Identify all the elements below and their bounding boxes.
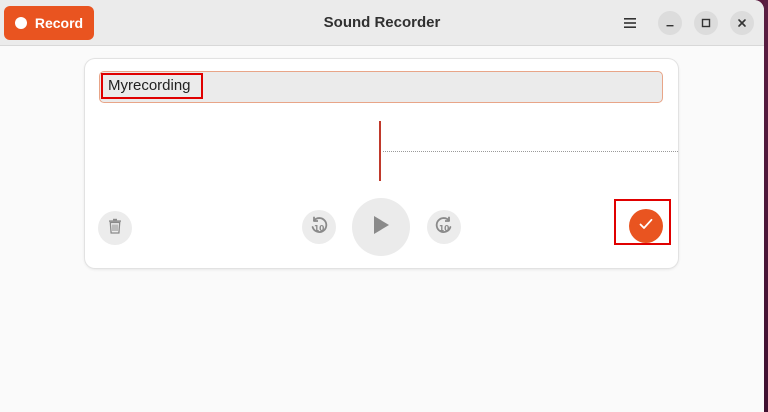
delete-button[interactable] — [98, 211, 132, 245]
play-button[interactable] — [352, 198, 410, 256]
play-icon — [372, 215, 390, 240]
rewind-10-button[interactable]: 10 — [302, 210, 336, 244]
hamburger-menu-icon[interactable] — [618, 11, 642, 35]
forward-10-button[interactable]: 10 — [427, 210, 461, 244]
forward-10-icon: 10 — [434, 215, 454, 240]
rewind-10-icon: 10 — [309, 215, 329, 240]
recording-name-field[interactable]: Myrecording — [99, 71, 663, 103]
recording-name-value[interactable]: Myrecording — [101, 73, 203, 99]
checkmark-icon — [639, 217, 653, 235]
minimize-icon[interactable] — [658, 11, 682, 35]
trash-icon — [108, 218, 122, 239]
recording-card: Myrecording 10 10 — [85, 59, 678, 268]
playhead-cursor[interactable] — [379, 121, 381, 181]
svg-text:10: 10 — [439, 224, 449, 233]
header-bar: Record Sound Recorder — [0, 0, 764, 46]
window-title: Sound Recorder — [323, 14, 441, 31]
maximize-icon[interactable] — [694, 11, 718, 35]
save-recording-button[interactable] — [629, 209, 663, 243]
app-window: Record Sound Recorder Myrecording 10 10 — [0, 0, 764, 412]
close-icon[interactable] — [730, 11, 754, 35]
desktop-background — [764, 0, 768, 412]
waveform-baseline — [383, 151, 678, 152]
svg-text:10: 10 — [314, 224, 324, 233]
